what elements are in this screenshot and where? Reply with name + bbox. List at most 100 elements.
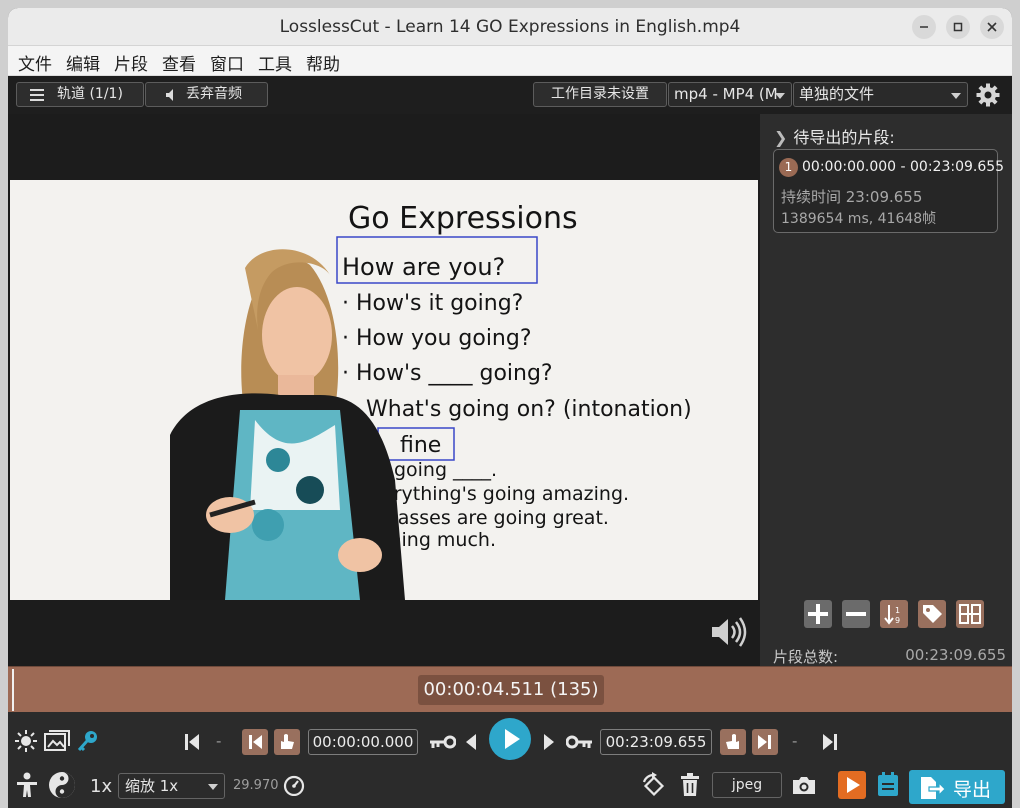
segment-tools: 19 (760, 600, 1012, 628)
plus-icon (808, 604, 828, 624)
cut-end-input[interactable]: 00:23:09.655 (600, 729, 712, 755)
video-frame: Go Expressions How are you? · How's it g… (10, 180, 758, 600)
speed-label[interactable]: 1x (90, 776, 112, 797)
playhead[interactable] (12, 669, 14, 711)
jump-to-end-icon[interactable] (820, 732, 838, 752)
close-button[interactable] (980, 15, 1004, 39)
video-content-image: Go Expressions How are you? · How's it g… (10, 180, 758, 600)
remove-segment-button[interactable] (842, 600, 870, 628)
segment-duration: 持续时间 23:09.655 (781, 188, 923, 206)
export-label: 导出 (953, 779, 992, 801)
tracks-label: 轨道 (1/1) (57, 86, 123, 102)
segment-range: 00:00:00.000 - 00:23:09.655 (802, 159, 1005, 175)
list-icon (30, 89, 44, 101)
menu-segments[interactable]: 片段 (114, 50, 148, 75)
split-segment-button[interactable] (956, 600, 984, 628)
trash-icon[interactable] (680, 773, 700, 797)
whiteboard-title: Go Expressions (348, 201, 578, 236)
format-value: mp4 - MP4 (M (674, 85, 778, 103)
bottom-controls: 1x 缩放 1x 29.970 jpeg 导出 (8, 760, 1012, 808)
playback-controls: - 00:00:00.000 00:23:09.655 - (8, 712, 1012, 760)
brightness-icon[interactable] (15, 730, 37, 752)
key-start-icon[interactable] (428, 733, 456, 751)
label-segment-button[interactable] (918, 600, 946, 628)
play-icon (505, 729, 520, 749)
menu-view[interactable]: 查看 (162, 50, 196, 75)
minimize-button[interactable] (912, 15, 936, 39)
add-segment-button[interactable] (804, 600, 832, 628)
menu-help[interactable]: 帮助 (306, 50, 340, 75)
app-window: LosslessCut - Learn 14 GO Expressions in… (8, 8, 1012, 808)
whiteboard-line-9: classes are going great. (382, 507, 609, 529)
set-cut-start-button[interactable] (274, 729, 300, 755)
whiteboard-line-4: · How's ____ going? (342, 361, 553, 386)
play-button[interactable] (489, 718, 531, 760)
menu-edit[interactable]: 编辑 (66, 50, 100, 75)
whiteboard-line-5: What's going on? (intonation) (366, 397, 692, 422)
timeline[interactable]: 00:00:04.511 (135) (8, 666, 1012, 712)
person-icon[interactable] (15, 772, 39, 798)
title-bar: LosslessCut - Learn 14 GO Expressions in… (8, 8, 1012, 46)
segments-header[interactable]: ❯ 待导出的片段: (774, 124, 895, 148)
menu-file[interactable]: 文件 (18, 50, 52, 75)
menu-window[interactable]: 窗口 (210, 50, 244, 75)
segments-panel: ❯ 待导出的片段: 1 00:00:00.000 - 00:23:09.655 持… (760, 114, 1012, 666)
tag-icon (923, 605, 942, 623)
zoom-select[interactable]: 缩放 1x (118, 773, 225, 799)
images-icon[interactable] (44, 729, 70, 753)
camera-icon[interactable] (792, 775, 816, 795)
maximize-icon (953, 22, 963, 32)
format-select[interactable]: mp4 - MP4 (M (668, 82, 792, 107)
skip-forward-icon (758, 735, 771, 749)
chevron-down-icon (775, 93, 785, 99)
zoom-value: 缩放 1x (125, 777, 179, 795)
calendar-list-icon[interactable] (876, 772, 900, 798)
cut-start-input[interactable]: 00:00:00.000 (308, 729, 418, 755)
dash-right: - (792, 732, 798, 750)
video-player[interactable]: Go Expressions How are you? · How's it g… (8, 114, 760, 666)
jump-to-cut-end-button[interactable] (752, 729, 778, 755)
window-title: LosslessCut - Learn 14 GO Expressions in… (279, 17, 741, 37)
maximize-button[interactable] (946, 15, 970, 39)
workdir-label: 工作目录未设置 (551, 86, 649, 102)
chevron-down-icon (951, 93, 961, 99)
chevron-right-icon: ❯ (774, 128, 788, 147)
segment-detail: 1389654 ms, 41648帧 (781, 211, 937, 227)
menu-tools[interactable]: 工具 (258, 50, 292, 75)
toolbar: 轨道 (1/1) 丢弃音频 工作目录未设置 mp4 - MP4 (M 单独的文件 (8, 76, 1012, 114)
workdir-button[interactable]: 工作目录未设置 (533, 82, 667, 107)
jump-to-cut-start-button[interactable] (242, 729, 268, 755)
capture-format-select[interactable]: jpeg (712, 772, 782, 798)
segment-number-badge: 1 (779, 158, 798, 177)
yin-yang-icon[interactable] (48, 771, 76, 799)
menu-bar: 文件 编辑 片段 查看 窗口 工具 帮助 (8, 46, 1012, 76)
key-end-icon[interactable] (566, 733, 594, 751)
tracks-button[interactable]: 轨道 (1/1) (16, 82, 144, 107)
current-time-display: 00:00:04.511 (135) (418, 675, 604, 705)
step-forward-icon[interactable] (542, 732, 556, 752)
rotate-icon[interactable] (640, 772, 666, 798)
segment-item[interactable]: 1 00:00:00.000 - 00:23:09.655 持续时间 23:09… (773, 149, 1004, 233)
output-mode-value: 单独的文件 (799, 85, 875, 103)
total-label: 片段总数: (773, 648, 839, 666)
hand-pointer-icon (281, 734, 294, 749)
export-mode-button[interactable] (838, 771, 866, 799)
fps-label: 29.970 (233, 778, 279, 793)
step-back-icon[interactable] (464, 732, 478, 752)
export-button[interactable]: 导出 (909, 770, 1005, 804)
chevron-down-icon (208, 784, 218, 790)
key-icon[interactable] (76, 729, 100, 753)
minus-icon (846, 612, 866, 616)
sort-segments-button[interactable]: 19 (880, 600, 908, 628)
jump-to-start-icon[interactable] (184, 732, 202, 752)
total-value: 00:23:09.655 (905, 646, 1006, 664)
output-mode-select[interactable]: 单独的文件 (793, 82, 968, 107)
discard-audio-button[interactable]: 丢弃音频 (145, 82, 268, 107)
whiteboard-line-6: fine (400, 433, 441, 458)
gauge-icon[interactable] (283, 774, 305, 796)
split-icon (959, 604, 981, 624)
svg-text:1: 1 (895, 606, 900, 615)
set-cut-end-button[interactable] (720, 729, 746, 755)
gear-icon[interactable] (976, 83, 1000, 107)
volume-icon[interactable] (710, 616, 748, 648)
